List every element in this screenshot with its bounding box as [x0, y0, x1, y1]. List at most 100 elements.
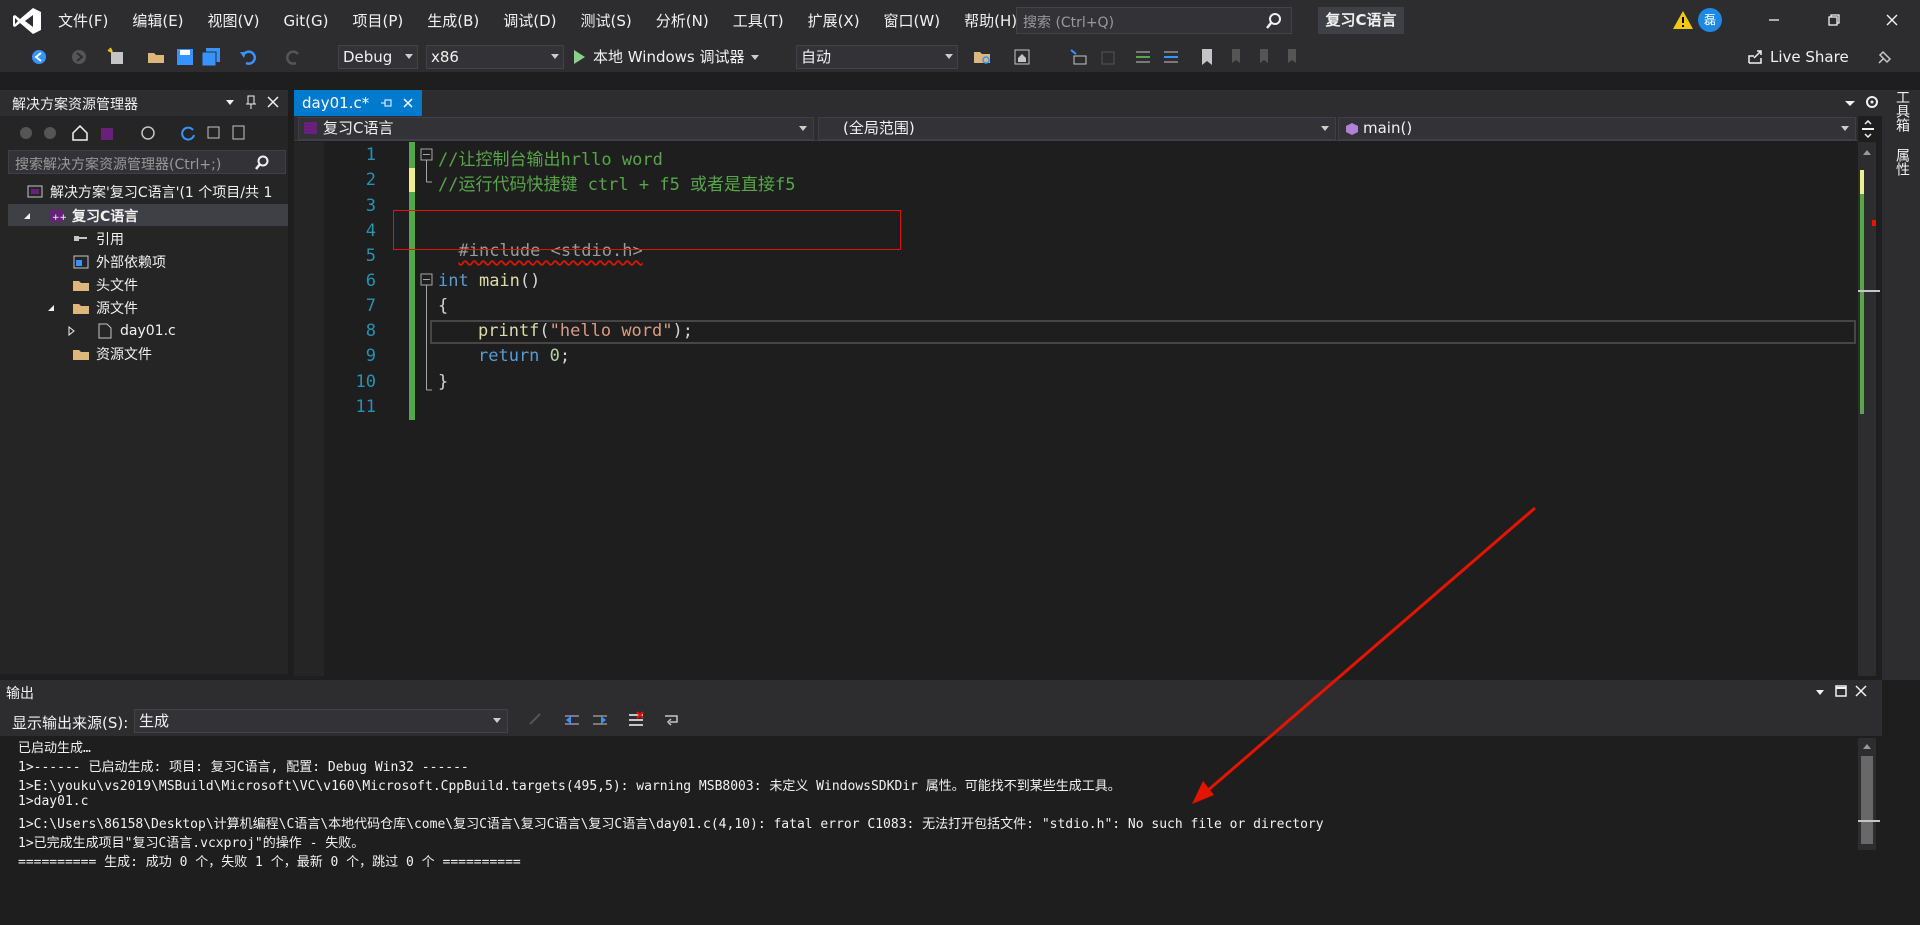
tree-item-day01[interactable]: day01.c [66, 319, 176, 342]
back-icon[interactable] [16, 123, 36, 143]
pin-icon[interactable] [380, 97, 392, 109]
debug-mode-combo[interactable]: 自动 [796, 45, 958, 69]
collapsed-triangle-icon[interactable] [66, 325, 76, 336]
expanded-triangle-icon[interactable] [46, 303, 56, 313]
new-project-icon[interactable] [106, 46, 128, 68]
tab-day01[interactable]: day01.c* [294, 90, 422, 116]
home-icon[interactable] [70, 123, 90, 143]
tree-item-project[interactable]: ++ 复习C语言 [22, 204, 138, 227]
search-icon[interactable] [253, 154, 271, 172]
output-source-combo[interactable]: 生成 [134, 709, 508, 733]
nav-project-value: 复习C语言 [323, 119, 394, 137]
history-icon[interactable] [138, 123, 158, 143]
save-icon[interactable] [174, 46, 196, 68]
gear-icon[interactable] [1864, 94, 1880, 110]
string-literal: "hello word" [549, 321, 673, 341]
expanded-triangle-icon[interactable] [22, 211, 32, 221]
scroll-up-icon[interactable] [1862, 148, 1872, 156]
tree-item-references[interactable]: 引用 [72, 227, 124, 250]
bookmark-clear-icon[interactable] [1280, 46, 1302, 68]
tree-item-solution[interactable]: 解决方案'复习C语言'(1 个项目/共 1 [26, 180, 288, 203]
warning-icon[interactable] [1672, 10, 1694, 30]
menu-test[interactable]: 测试(S) [569, 0, 644, 42]
tree-item-header-files[interactable]: 头文件 [72, 273, 138, 296]
start-debugging-button[interactable]: 本地 Windows 调试器 [574, 45, 759, 69]
scroll-up-icon[interactable] [1862, 742, 1872, 750]
live-share-button[interactable]: Live Share [1746, 48, 1849, 66]
menu-analyze[interactable]: 分析(N) [644, 0, 721, 42]
switch-views-icon[interactable] [98, 123, 118, 143]
bookmark-next-icon[interactable] [1252, 46, 1274, 68]
previous-message-icon[interactable] [562, 710, 582, 730]
tab-list-dropdown-icon[interactable] [1844, 98, 1856, 108]
close-panel-icon[interactable] [1854, 684, 1868, 698]
undo-icon[interactable] [238, 46, 260, 68]
visual-studio-logo-icon[interactable] [12, 7, 42, 35]
menu-window[interactable]: 窗口(W) [872, 0, 953, 42]
split-editor-icon[interactable] [1860, 120, 1876, 138]
toolbox-tab[interactable]: 工具箱 [1892, 90, 1912, 132]
maximize-panel-icon[interactable] [1834, 684, 1848, 698]
editor-vertical-scrollbar[interactable] [1858, 142, 1880, 676]
folder-search-icon[interactable] [972, 46, 994, 68]
forward-icon[interactable] [68, 46, 90, 68]
menu-edit[interactable]: 编辑(E) [120, 0, 195, 42]
uncomment-icon[interactable] [1160, 46, 1182, 68]
code-line-9: return 0; [478, 346, 570, 366]
unsaved-changes-bar [409, 168, 415, 192]
tree-item-resource-files[interactable]: 资源文件 [72, 342, 152, 365]
user-avatar[interactable]: 磊 [1698, 8, 1722, 32]
dropdown-icon[interactable] [1814, 686, 1826, 698]
find-message-disabled-icon[interactable] [526, 710, 546, 730]
forward-icon[interactable] [40, 123, 60, 143]
menu-build[interactable]: 生成(B) [415, 0, 491, 42]
step-icon[interactable] [1068, 46, 1090, 68]
clear-all-icon[interactable] [626, 710, 646, 730]
feedback-icon[interactable] [1874, 46, 1896, 68]
bookmark-icon[interactable] [1196, 46, 1218, 68]
output-scroll-thumb[interactable] [1861, 756, 1873, 844]
properties-tab[interactable]: 属性 [1892, 148, 1912, 176]
search-input[interactable]: 搜索 (Ctrl+Q) [1016, 7, 1292, 34]
save-all-icon[interactable] [200, 46, 222, 68]
next-message-icon[interactable] [590, 710, 610, 730]
search-icon[interactable] [1265, 12, 1283, 30]
close-panel-icon[interactable] [266, 95, 280, 109]
collapse-all-icon[interactable] [204, 123, 224, 143]
solution-explorer-title: 解决方案资源管理器 [12, 97, 138, 113]
paren-close: ); [672, 321, 693, 341]
pin-icon[interactable] [244, 94, 258, 110]
step-disabled-icon[interactable] [1096, 46, 1118, 68]
word-wrap-icon[interactable] [662, 710, 682, 730]
run-label: 本地 Windows 调试器 [593, 48, 745, 66]
close-tab-icon[interactable] [402, 97, 414, 109]
redo-icon[interactable] [282, 46, 304, 68]
home-icon[interactable] [1012, 46, 1034, 68]
chevron-down-icon[interactable] [750, 54, 759, 60]
show-all-files-icon[interactable] [230, 123, 250, 143]
restore-icon[interactable] [1822, 8, 1846, 32]
menu-tools[interactable]: 工具(T) [721, 0, 796, 42]
solution-search-input[interactable]: 搜索解决方案资源管理器(Ctrl+;) [8, 150, 286, 174]
nav-member-combo[interactable]: main() [1338, 117, 1856, 140]
dropdown-icon[interactable] [224, 96, 236, 108]
nav-scope-combo[interactable]: (全局范围) [818, 117, 1336, 140]
menu-debug[interactable]: 调试(D) [491, 0, 568, 42]
config-combo[interactable]: Debug [338, 45, 418, 69]
close-window-icon[interactable] [1880, 8, 1904, 32]
nav-project-combo[interactable]: 复习C语言 [298, 117, 814, 140]
minimize-icon[interactable] [1762, 8, 1786, 32]
menu-extensions[interactable]: 扩展(X) [796, 0, 872, 42]
comment-icon[interactable] [1132, 46, 1154, 68]
platform-combo[interactable]: x86 [426, 45, 564, 69]
tree-item-external-deps[interactable]: 外部依赖项 [72, 250, 166, 273]
menu-file[interactable]: 文件(F) [46, 0, 120, 42]
refresh-icon[interactable] [178, 123, 198, 143]
bookmark-prev-icon[interactable] [1224, 46, 1246, 68]
menu-git[interactable]: Git(G) [272, 0, 341, 42]
open-file-icon[interactable] [146, 46, 168, 68]
menu-view[interactable]: 视图(V) [196, 0, 272, 42]
tree-item-source-files[interactable]: 源文件 [46, 296, 138, 319]
back-icon[interactable] [28, 46, 50, 68]
menu-project[interactable]: 项目(P) [341, 0, 416, 42]
